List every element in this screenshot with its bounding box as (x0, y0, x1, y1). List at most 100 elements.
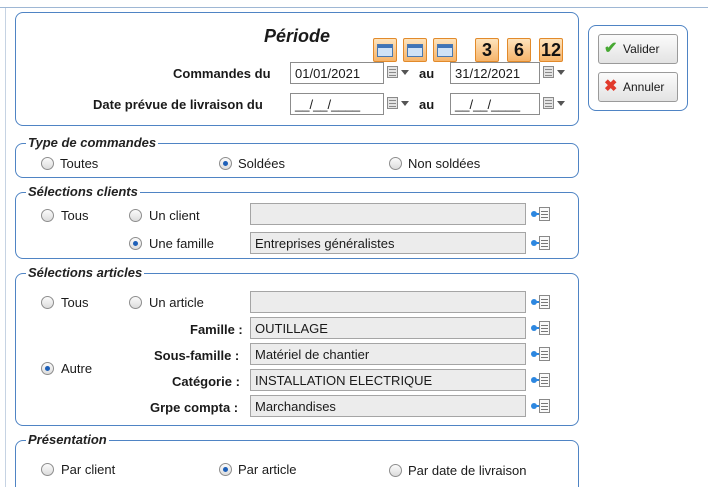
commandes-label: Commandes du (173, 66, 271, 81)
selections-clients-frame: Sélections clients Tous Un client Une fa… (15, 184, 579, 259)
period-3-months-button[interactable]: 3 (475, 38, 499, 62)
radio-une-famille[interactable] (129, 237, 142, 250)
sous-famille-label: Sous-famille : (154, 348, 240, 363)
radio-soldees-label: Soldées (238, 156, 285, 171)
chevron-down-icon (557, 70, 565, 75)
list-icon (539, 321, 550, 335)
chevron-down-icon (557, 101, 565, 106)
commandes-to-field[interactable]: 31/12/2021 (450, 62, 540, 84)
arrow-icon (531, 299, 539, 305)
radio-une-famille-label: Une famille (149, 236, 215, 251)
radio-par-date-livraison-label: Par date de livraison (408, 463, 527, 478)
radio-non-soldees[interactable] (389, 157, 402, 170)
famille-label: Famille : (190, 322, 243, 337)
radio-par-client[interactable] (41, 463, 54, 476)
selections-clients-legend: Sélections clients (26, 184, 140, 199)
livraison-to-calendar-button[interactable] (543, 96, 565, 112)
radio-non-soldees-label: Non soldées (408, 156, 481, 171)
radio-articles-tous-label: Tous (61, 295, 89, 310)
arrow-icon (531, 377, 539, 383)
period-month-button[interactable] (403, 38, 427, 62)
article-field[interactable] (250, 291, 526, 313)
categorie-field[interactable]: INSTALLATION ELECTRIQUE (250, 369, 526, 391)
arrow-icon (531, 351, 539, 357)
radio-clients-tous-label: Tous (61, 208, 89, 223)
presentation-frame: Présentation Par client Par article Par … (15, 432, 579, 487)
livraison-from-field[interactable]: __/__/____ (290, 93, 384, 115)
radio-un-client[interactable] (129, 209, 142, 222)
client-picker-button[interactable] (530, 205, 552, 223)
period-6-months-button[interactable]: 6 (507, 38, 531, 62)
grpe-compta-label: Grpe compta : (150, 400, 239, 415)
periode-frame: Période 3 6 12 Commandes du 01/01/2021 a… (15, 12, 579, 126)
radio-soldees[interactable] (219, 157, 232, 170)
list-icon (539, 207, 550, 221)
presentation-legend: Présentation (26, 432, 109, 447)
list-icon (539, 236, 550, 250)
period-3-label: 3 (481, 40, 492, 60)
arrow-icon (531, 325, 539, 331)
arrow-icon (531, 211, 539, 217)
radio-par-article-label: Par article (238, 462, 297, 477)
chevron-down-icon (401, 70, 409, 75)
sous-famille-field[interactable]: Matériel de chantier (250, 343, 526, 365)
period-12-months-button[interactable]: 12 (539, 38, 563, 62)
period-year-button[interactable] (433, 38, 457, 62)
calendar-year-icon (437, 44, 453, 57)
radio-articles-tous[interactable] (41, 296, 54, 309)
categorie-picker-button[interactable] (530, 371, 552, 389)
annuler-label: Annuler (623, 80, 665, 94)
period-week-button[interactable] (373, 38, 397, 62)
valider-button[interactable]: ✔ Valider (598, 34, 678, 64)
client-field[interactable] (250, 203, 526, 225)
list-icon (539, 347, 550, 361)
cross-icon: ✖ (604, 78, 618, 95)
categorie-label: Catégorie : (172, 374, 240, 389)
grpe-compta-picker-button[interactable] (530, 397, 552, 415)
radio-par-date-livraison[interactable] (389, 464, 402, 477)
chevron-down-icon (401, 101, 409, 106)
grpe-compta-field[interactable]: Marchandises (250, 395, 526, 417)
au-label: au (419, 66, 435, 81)
arrow-icon (531, 403, 539, 409)
client-famille-picker-button[interactable] (530, 234, 552, 252)
commandes-from-calendar-button[interactable] (387, 65, 409, 81)
commandes-to-calendar-button[interactable] (543, 65, 565, 81)
calendar-icon (543, 97, 554, 109)
famille-field[interactable]: OUTILLAGE (250, 317, 526, 339)
calendar-icon (543, 66, 554, 78)
period-12-label: 12 (540, 40, 562, 60)
radio-autre-label: Autre (61, 361, 93, 376)
article-picker-button[interactable] (530, 293, 552, 311)
window-top-bar (0, 0, 708, 8)
type-commandes-frame: Type de commandes Toutes Soldées Non sol… (15, 135, 579, 178)
calendar-week-icon (377, 44, 393, 57)
period-6-label: 6 (513, 40, 524, 60)
radio-autre[interactable] (41, 362, 54, 375)
livraison-to-field[interactable]: __/__/____ (450, 93, 540, 115)
calendar-icon (387, 97, 398, 109)
radio-toutes[interactable] (41, 157, 54, 170)
checkmark-icon: ✔ (604, 40, 618, 57)
list-icon (539, 399, 550, 413)
arrow-icon (531, 240, 539, 246)
radio-toutes-label: Toutes (60, 156, 99, 171)
type-commandes-legend: Type de commandes (26, 135, 159, 150)
famille-picker-button[interactable] (530, 319, 552, 337)
valider-label: Valider (623, 42, 660, 56)
radio-un-article-label: Un article (149, 295, 204, 310)
client-famille-field[interactable]: Entreprises généralistes (250, 232, 526, 254)
selections-articles-legend: Sélections articles (26, 265, 145, 280)
list-icon (539, 295, 550, 309)
commandes-from-field[interactable]: 01/01/2021 (290, 62, 384, 84)
selections-articles-frame: Sélections articles Tous Un article Fami… (15, 265, 579, 426)
radio-clients-tous[interactable] (41, 209, 54, 222)
radio-un-article[interactable] (129, 296, 142, 309)
livraison-from-calendar-button[interactable] (387, 96, 409, 112)
sous-famille-picker-button[interactable] (530, 345, 552, 363)
livraison-label: Date prévue de livraison du (93, 97, 263, 112)
actions-frame: ✔ Valider ✖ Annuler (588, 25, 688, 111)
radio-par-article[interactable] (219, 463, 232, 476)
annuler-button[interactable]: ✖ Annuler (598, 72, 678, 102)
periode-title: Période (264, 26, 331, 46)
